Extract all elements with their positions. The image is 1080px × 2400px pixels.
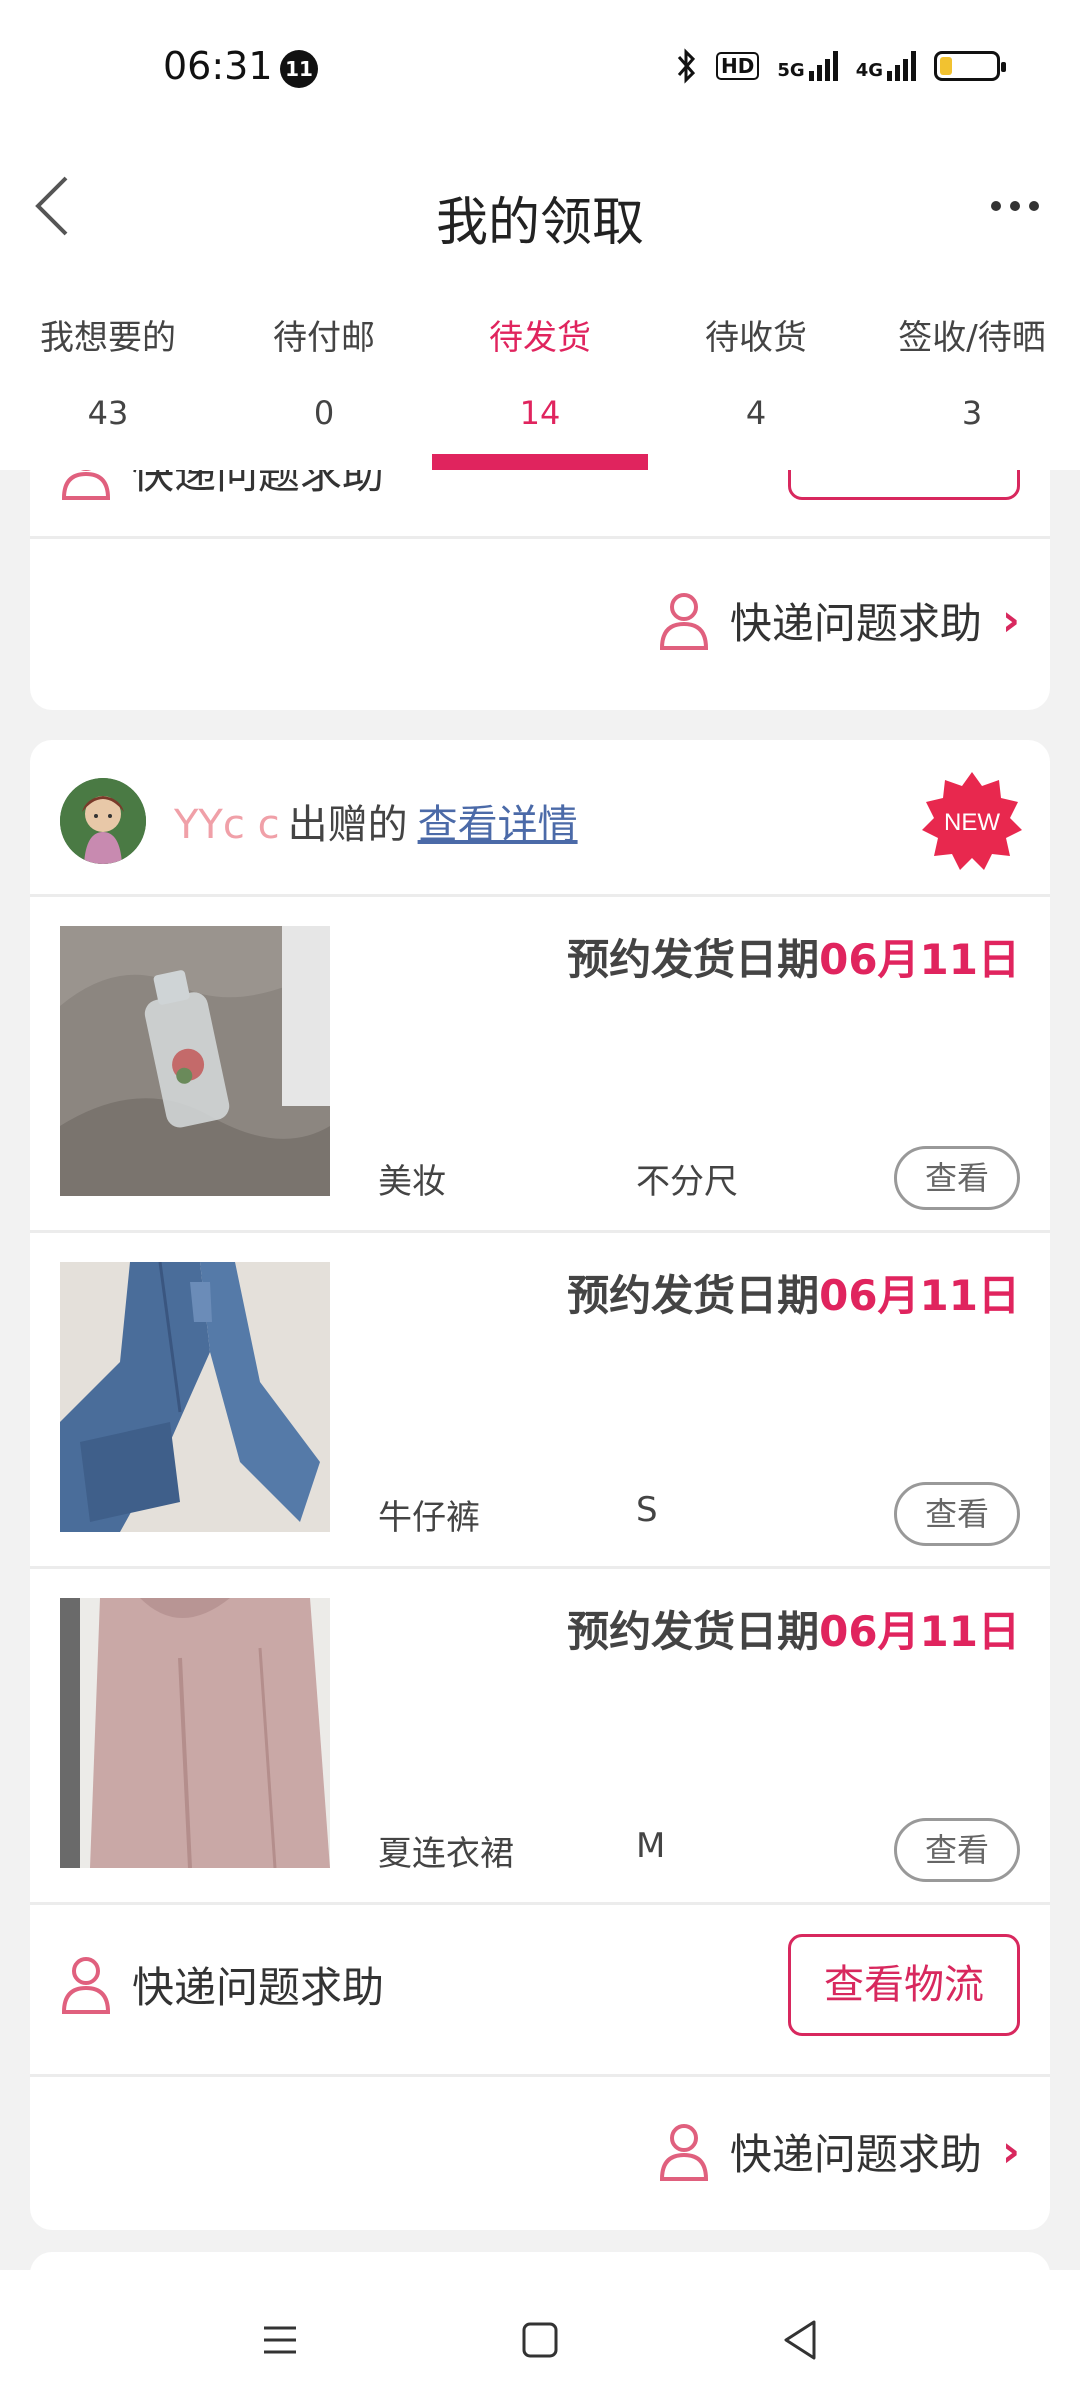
tab-count: 43 <box>87 394 129 432</box>
signal-4g-icon: 4G <box>856 51 916 81</box>
view-button[interactable]: 查看 <box>894 1482 1020 1546</box>
notification-badge: 11 <box>280 50 318 88</box>
active-tab-indicator <box>432 454 648 470</box>
item-category: 牛仔裤 <box>378 1498 480 1538</box>
ship-date-value: 06月11日 <box>819 935 1020 984</box>
tab-label: 待付邮 <box>273 318 375 358</box>
bluetooth-icon <box>677 48 696 84</box>
giver-name[interactable]: YYc c <box>174 802 280 848</box>
item-photo-dress[interactable] <box>60 1598 330 1868</box>
back-icon[interactable] <box>770 2310 830 2370</box>
ship-date-label: 预约发货日期 <box>567 935 820 984</box>
list-item[interactable]: 预约发货日期06月11日 牛仔裤 S 查看 <box>30 1232 1050 1568</box>
tab-count: 0 <box>313 394 335 432</box>
status-tabs: 我想要的 43 待付邮 0 待发货 14 待收货 4 签收/待晒 3 <box>0 280 1080 470</box>
orders-list[interactable]: 快递问题求助 查看物流 快递问题求助 › <box>0 470 1080 2270</box>
signal-5g-icon: 5G <box>777 51 838 81</box>
menu-icon[interactable] <box>250 2310 310 2370</box>
system-nav-bar <box>0 2270 1080 2400</box>
person-icon <box>61 1957 111 2014</box>
dress-image <box>60 1598 330 1868</box>
tab-label: 签收/待晒 <box>898 318 1046 358</box>
more-options-button[interactable] <box>980 176 1050 236</box>
person-icon <box>61 470 111 500</box>
tab-wanted[interactable]: 我想要的 43 <box>0 280 216 470</box>
app-header: 我的领取 <box>0 140 1080 280</box>
order-card: YYc c 出赠的 查看详情 NEW 预约发货日期06月11日 美妆 不分尺 查… <box>30 740 1050 2230</box>
tab-pending-receipt[interactable]: 待收货 4 <box>648 280 864 470</box>
signal-4g-label: 4G <box>855 60 883 81</box>
chevron-right-icon: › <box>1001 594 1020 646</box>
tab-label: 待发货 <box>489 318 591 358</box>
item-size: 不分尺 <box>636 1162 738 1202</box>
item-category: 夏连衣裙 <box>378 1834 514 1874</box>
status-time: 06:31 <box>163 44 273 88</box>
more-dot-icon <box>1029 201 1039 211</box>
ship-date-value: 06月11日 <box>819 1271 1020 1320</box>
new-badge-label: NEW <box>944 809 1000 836</box>
tab-count: 4 <box>745 394 767 432</box>
person-icon <box>659 2124 708 2181</box>
express-help-text: 快递问题求助 <box>132 1962 385 2012</box>
status-icons: HD 5G 4G <box>676 48 1006 84</box>
list-item[interactable]: 预约发货日期06月11日 美妆 不分尺 查看 <box>30 896 1050 1232</box>
tab-label: 我想要的 <box>40 318 176 358</box>
ship-date-label: 预约发货日期 <box>567 1271 820 1320</box>
ship-date: 预约发货日期06月11日 <box>567 1262 1020 1323</box>
jeans-image <box>60 1262 330 1532</box>
view-button[interactable]: 查看 <box>894 1818 1020 1882</box>
order-card-next <box>30 2252 1050 2270</box>
item-photo-jeans[interactable] <box>60 1262 330 1532</box>
more-dot-icon <box>1010 201 1020 211</box>
chevron-right-icon: › <box>1001 2125 1020 2177</box>
more-dot-icon <box>991 201 1001 211</box>
express-help-text: 快递问题求助 <box>132 470 385 498</box>
express-help-link[interactable]: 快递问题求助 › <box>30 2076 1050 2226</box>
giver-line: YYc c 出赠的 查看详情 <box>174 792 578 850</box>
list-item[interactable]: 预约发货日期06月11日 夏连衣裙 M 查看 <box>30 1568 1050 1904</box>
item-photo-cosmetics[interactable] <box>60 926 330 1196</box>
avatar[interactable] <box>60 778 146 864</box>
item-size: S <box>636 1490 658 1530</box>
home-icon[interactable] <box>510 2310 570 2370</box>
tab-label: 待收货 <box>705 318 807 358</box>
avatar-image <box>60 778 146 864</box>
item-size: M <box>636 1826 666 1866</box>
view-logistics-button[interactable]: 查看物流 <box>788 1934 1020 2036</box>
express-help-text: 快递问题求助 <box>729 2129 982 2179</box>
giver-header: YYc c 出赠的 查看详情 NEW <box>30 740 1050 896</box>
divider <box>30 536 1050 539</box>
signal-5g-label: 5G <box>777 60 805 81</box>
ship-date: 预约发货日期06月11日 <box>567 926 1020 987</box>
express-help-link[interactable]: 快递问题求助 › <box>30 550 1050 690</box>
ship-date-label: 预约发货日期 <box>567 1607 820 1656</box>
tab-count: 3 <box>961 394 983 432</box>
order-card-previous: 快递问题求助 查看物流 快递问题求助 › <box>30 470 1050 710</box>
tab-count: 14 <box>519 394 561 432</box>
ship-date: 预约发货日期06月11日 <box>567 1598 1020 1659</box>
tab-pending-postage[interactable]: 待付邮 0 <box>216 280 432 470</box>
view-logistics-button[interactable]: 查看物流 <box>788 470 1020 500</box>
person-icon <box>659 593 708 650</box>
giver-suffix: 出赠的 <box>287 802 408 848</box>
bottle-image <box>60 926 330 1196</box>
ship-date-value: 06月11日 <box>819 1607 1020 1656</box>
page-title: 我的领取 <box>435 193 644 253</box>
hd-icon: HD <box>716 52 760 80</box>
status-bar: 06:31 11 HD 5G 4G <box>0 0 1080 140</box>
express-help-text: 快递问题求助 <box>729 598 982 648</box>
view-detail-link[interactable]: 查看详情 <box>418 802 578 848</box>
view-button[interactable]: 查看 <box>894 1146 1020 1210</box>
item-category: 美妆 <box>378 1162 446 1202</box>
new-badge: NEW <box>922 772 1022 870</box>
tab-signed-review[interactable]: 签收/待晒 3 <box>864 280 1080 470</box>
battery-icon <box>934 51 1006 81</box>
tab-pending-shipment[interactable]: 待发货 14 <box>432 280 648 470</box>
